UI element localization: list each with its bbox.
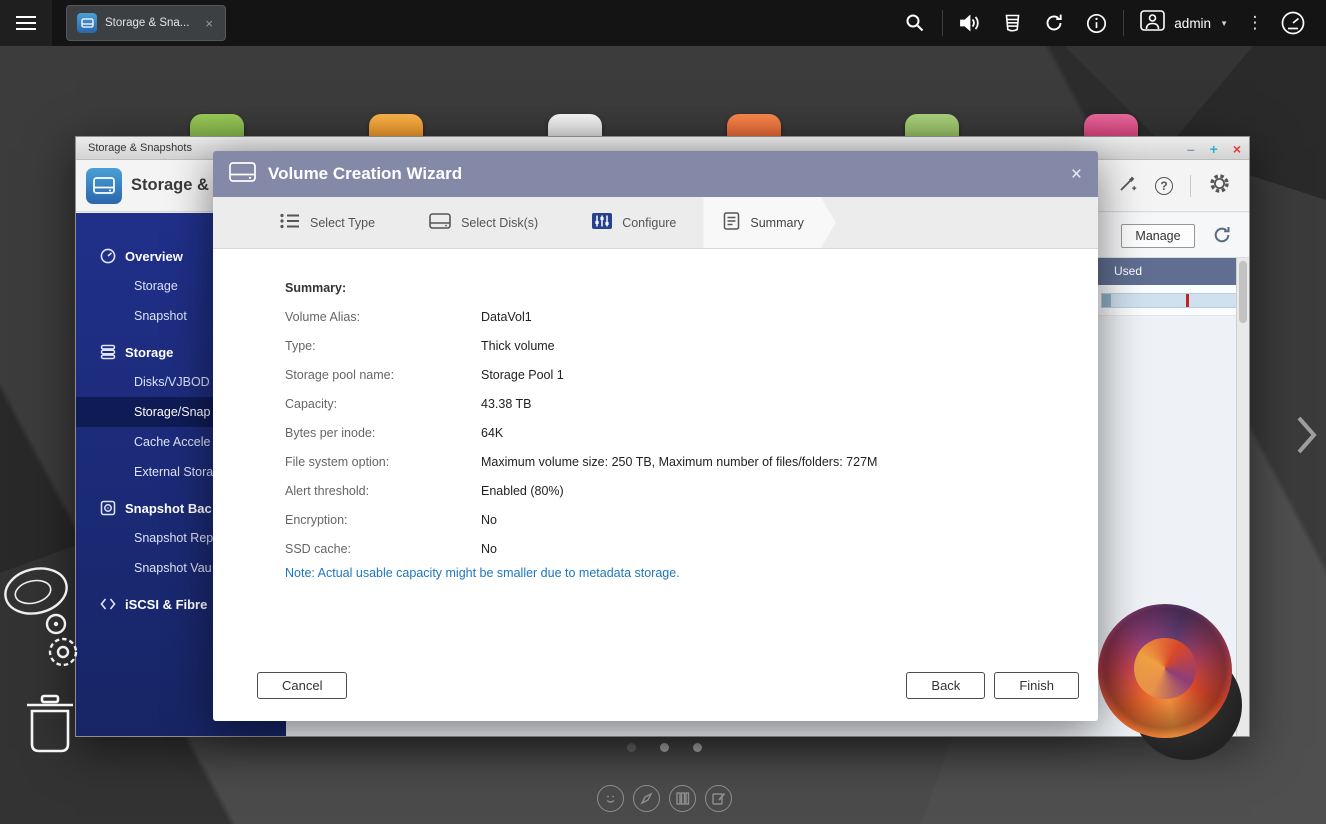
step-select-disks[interactable]: Select Disk(s) (402, 197, 565, 248)
refresh-icon[interactable] (1212, 225, 1232, 250)
header-separator (1190, 175, 1191, 197)
username: admin (1174, 16, 1211, 31)
step-configure[interactable]: Configure (565, 197, 703, 248)
sliders-icon (592, 213, 612, 232)
global-settings-tools-icon[interactable] (1117, 173, 1138, 199)
edit-notes-icon[interactable] (705, 785, 732, 812)
scrollbar-thumb[interactable] (1239, 261, 1247, 323)
open-app-tab[interactable]: Storage & Sna... × (66, 5, 226, 41)
step-summary[interactable]: Summary (703, 197, 835, 248)
feedback-smiley-icon[interactable] (597, 785, 624, 812)
list-icon (280, 213, 300, 232)
step-select-type[interactable]: Select Type (253, 197, 402, 248)
page-dot-1[interactable] (627, 743, 636, 752)
next-desktop-page-chevron-icon[interactable] (1296, 415, 1318, 460)
main-menu-button[interactable] (0, 0, 52, 46)
cancel-button[interactable]: Cancel (257, 672, 347, 699)
back-button[interactable]: Back (906, 672, 985, 699)
volume-creation-wizard-dialog: Volume Creation Wizard × Select Type Sel… (213, 151, 1098, 721)
manage-button[interactable]: Manage (1121, 224, 1195, 248)
qnap-swirl-logo[interactable] (1096, 604, 1246, 762)
capacity-threshold-marker (1186, 294, 1189, 307)
settings-gear-icon[interactable] (1208, 172, 1231, 200)
dashboard-gauge-icon[interactable] (1272, 10, 1314, 36)
maximize-icon[interactable]: + (1210, 141, 1218, 157)
summary-row: Volume Alias:DataVol1 (285, 302, 1098, 331)
chevron-down-icon: ▼ (1220, 19, 1228, 28)
finish-button[interactable]: Finish (994, 672, 1079, 699)
summary-row: File system option:Maximum volume size: … (285, 447, 1098, 476)
step-label: Configure (622, 216, 676, 230)
step-label: Select Disk(s) (461, 216, 538, 230)
minimize-icon[interactable]: – (1187, 141, 1195, 157)
dialog-header[interactable]: Volume Creation Wizard × (213, 151, 1098, 197)
user-icon (1140, 10, 1165, 36)
topbar-separator (1123, 10, 1124, 36)
sidebar-item-label: iSCSI & Fibre (125, 597, 207, 612)
info-icon[interactable] (1075, 13, 1117, 34)
summary-row: Alert threshold:Enabled (80%) (285, 476, 1098, 505)
summary-row: SSD cache:No (285, 534, 1098, 563)
disk-icon (429, 213, 451, 232)
help-icon[interactable]: ? (1155, 177, 1173, 195)
summary-row: Storage pool name:Storage Pool 1 (285, 360, 1098, 389)
summary-row: Type:Thick volume (285, 331, 1098, 360)
iscsi-icon (99, 597, 116, 611)
user-menu[interactable]: admin ▼ (1140, 10, 1228, 36)
background-tasks-icon[interactable] (991, 14, 1033, 33)
capacity-usage-bar (1101, 293, 1238, 308)
sync-icon[interactable] (1033, 13, 1075, 33)
widget-board-icon[interactable] (669, 785, 696, 812)
storage-stack-icon (99, 344, 116, 360)
capacity-used-segment (1102, 294, 1111, 307)
storage-snapshots-app-icon (86, 168, 122, 204)
overview-icon (99, 248, 116, 264)
bottom-dock (597, 785, 732, 812)
sidebar-item-label: Overview (125, 249, 183, 264)
page-dot-2[interactable] (660, 743, 669, 752)
volume-icon[interactable] (949, 14, 991, 32)
wizard-steps: Select Type Select Disk(s) Configure Sum… (213, 197, 1098, 249)
recycle-bin-icon[interactable] (22, 694, 78, 761)
app-title: Storage & (131, 176, 209, 195)
summary-row: Capacity:43.38 TB (285, 389, 1098, 418)
hamburger-menu-icon (16, 16, 36, 18)
top-bar: Storage & Sna... × admin ▼ ⋮ (0, 0, 1326, 46)
volume-drive-icon (229, 162, 256, 187)
step-label: Summary (750, 216, 803, 230)
summary-row: Encryption:No (285, 505, 1098, 534)
quick-access-icon[interactable] (633, 785, 660, 812)
more-menu-icon[interactable]: ⋮ (1238, 13, 1272, 33)
topbar-right-cluster: admin ▼ ⋮ (894, 0, 1326, 46)
page-dot-3[interactable] (693, 743, 702, 752)
metadata-note: Note: Actual usable capacity might be sm… (285, 566, 1098, 580)
search-icon[interactable] (894, 13, 936, 33)
summary-content: Summary: Volume Alias:DataVol1 Type:Thic… (213, 249, 1098, 580)
dialog-footer-buttons: Back Finish (906, 672, 1079, 699)
snapshot-backup-icon (99, 500, 116, 516)
used-column-header[interactable]: Used (1114, 258, 1142, 285)
window-controls: – + × (1187, 137, 1241, 160)
dialog-close-icon[interactable]: × (1071, 165, 1082, 184)
step-label: Select Type (310, 216, 375, 230)
storage-app-icon (77, 13, 97, 33)
sidebar-item-label: Storage (125, 345, 173, 360)
desktop-page-dots (627, 743, 702, 752)
tab-label: Storage & Sna... (105, 17, 189, 29)
close-icon[interactable]: × (1233, 141, 1241, 157)
dialog-title: Volume Creation Wizard (268, 164, 462, 184)
summary-row: Bytes per inode:64K (285, 418, 1098, 447)
swirl-graphic (1098, 604, 1232, 738)
robot-mascot[interactable] (4, 564, 98, 691)
tab-close-icon[interactable]: × (205, 16, 213, 31)
summary-heading: Summary: (285, 273, 1098, 302)
sidebar-item-label: Snapshot Bac (125, 501, 212, 516)
checklist-icon (723, 212, 740, 233)
app-header-actions: ? (1117, 160, 1231, 211)
topbar-separator (942, 10, 943, 36)
